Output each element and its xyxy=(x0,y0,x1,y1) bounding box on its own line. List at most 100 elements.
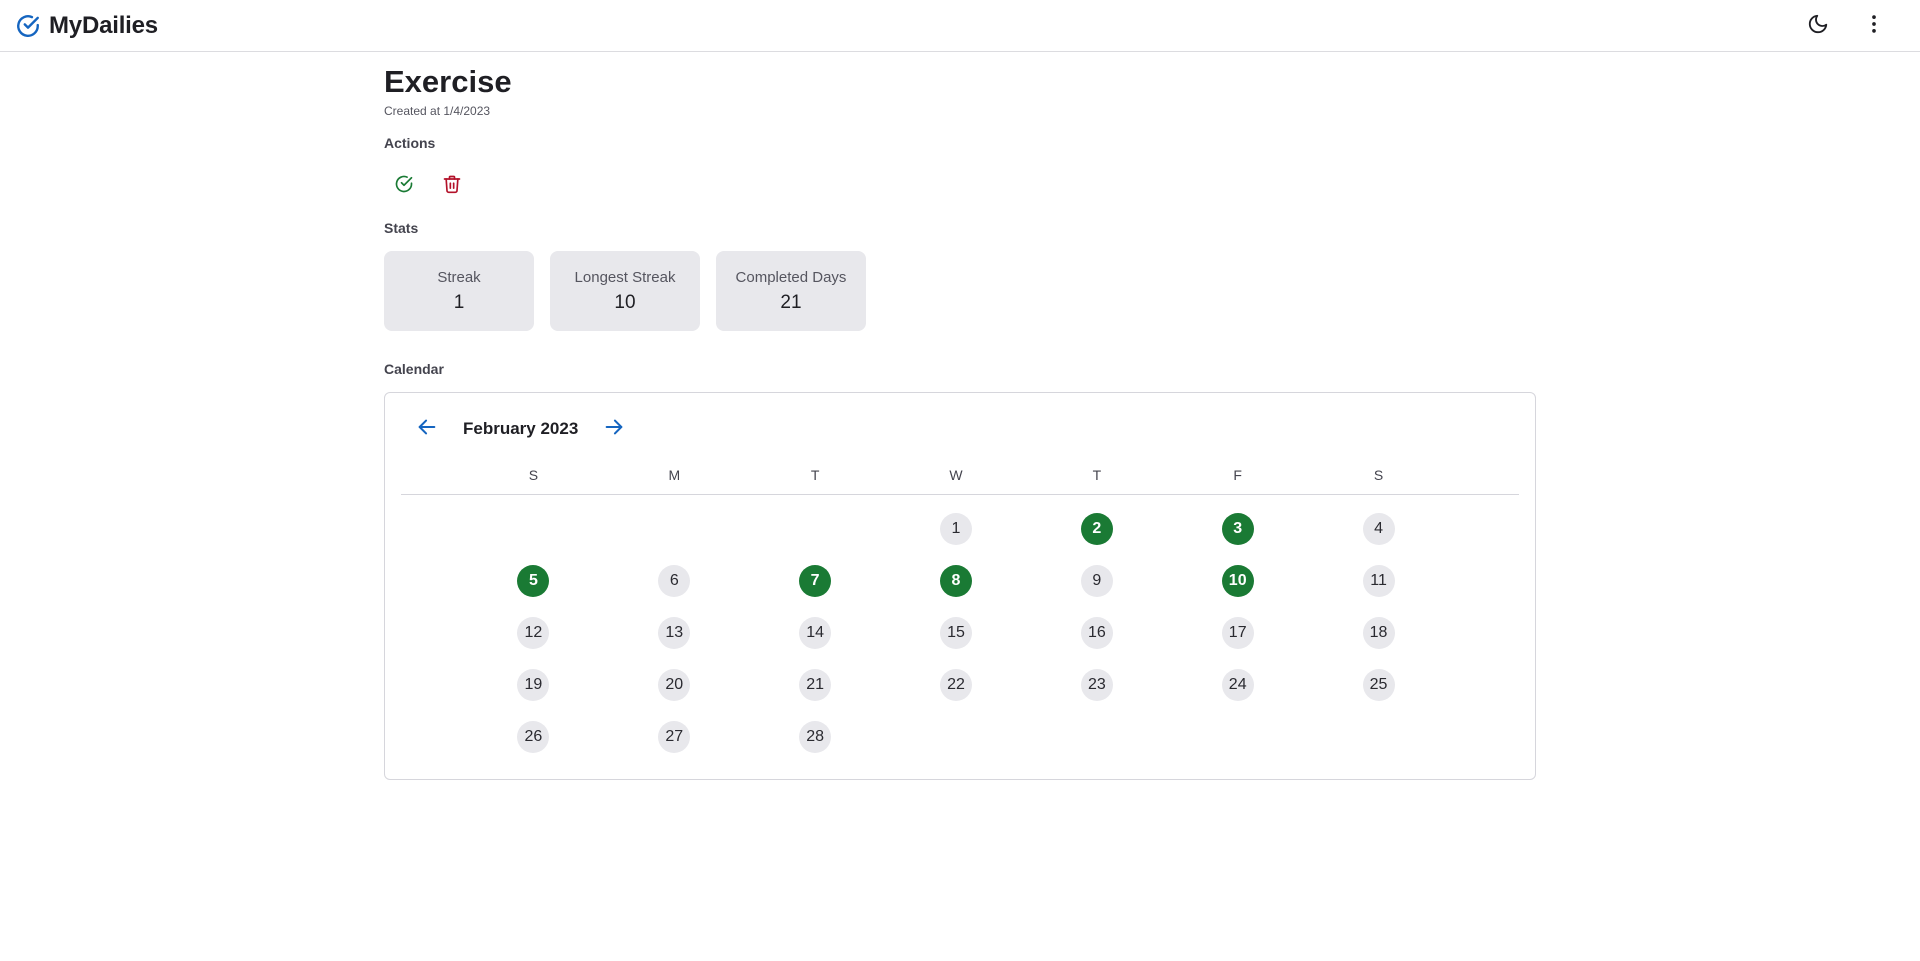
day-cell: 19 xyxy=(463,669,604,721)
day-cell: 12 xyxy=(463,617,604,669)
completed-day[interactable]: 7 xyxy=(799,565,832,597)
calendar-day[interactable]: 17 xyxy=(1221,617,1254,649)
day-cell: 17 xyxy=(1167,617,1308,669)
weekday-label: S xyxy=(528,467,539,483)
calendar-header: February 2023 xyxy=(407,409,634,449)
stat-label: Streak xyxy=(437,268,481,286)
day-cell: 21 xyxy=(745,669,886,721)
day-cell: 26 xyxy=(463,721,604,773)
day-cell: 8 xyxy=(886,565,1027,617)
completed-day[interactable]: 8 xyxy=(939,565,972,597)
calendar-day[interactable]: 26 xyxy=(517,721,550,753)
calendar-day[interactable]: 20 xyxy=(658,669,691,701)
calendar-day[interactable]: 21 xyxy=(799,669,832,701)
completed-day[interactable]: 2 xyxy=(1080,513,1113,545)
stats-heading: Stats xyxy=(384,220,419,236)
day-cell: 27 xyxy=(604,721,745,773)
weekday-label: S xyxy=(1373,467,1384,483)
day-cell: 2 xyxy=(1026,513,1167,565)
calendar-day[interactable]: 28 xyxy=(799,721,832,753)
day-grid: 1 2 3 4 5 6 7 8 9 10 11 12 13 14 15 16 17 18 19 20 21 22 23 24 2… xyxy=(463,513,1449,773)
weekday-label: M xyxy=(668,467,681,483)
calendar-divider xyxy=(401,494,1519,495)
calendar-day[interactable]: 13 xyxy=(658,617,691,649)
calendar-day[interactable]: 9 xyxy=(1080,565,1113,597)
calendar-day[interactable]: 4 xyxy=(1362,513,1395,545)
weekday-row: S M T W T F S xyxy=(463,465,1449,485)
previous-month-button[interactable] xyxy=(407,409,447,449)
actions-heading: Actions xyxy=(384,135,436,151)
check-circle-icon xyxy=(15,13,41,39)
calendar-day[interactable]: 22 xyxy=(939,669,972,701)
month-label: February 2023 xyxy=(463,419,579,438)
calendar-day[interactable]: 24 xyxy=(1221,669,1254,701)
next-month-button[interactable] xyxy=(594,409,634,449)
calendar-day[interactable]: 19 xyxy=(517,669,550,701)
calendar-day[interactable]: 15 xyxy=(939,617,972,649)
actions-row xyxy=(384,166,472,206)
calendar-day[interactable]: 25 xyxy=(1362,669,1395,701)
arrow-left-icon xyxy=(416,416,438,443)
empty-day-cell xyxy=(745,513,886,565)
day-cell: 24 xyxy=(1167,669,1308,721)
empty-day-cell xyxy=(604,513,745,565)
moon-icon xyxy=(1807,13,1829,40)
stat-card-completed-days: Completed Days 21 xyxy=(716,251,866,331)
trash-icon xyxy=(442,174,462,199)
completed-day[interactable]: 10 xyxy=(1221,565,1254,597)
stat-label: Longest Streak xyxy=(574,268,676,286)
weekday-label: T xyxy=(1092,467,1102,483)
calendar-day[interactable]: 11 xyxy=(1362,565,1395,597)
day-cell: 1 xyxy=(886,513,1027,565)
more-vertical-icon xyxy=(1863,13,1885,40)
completed-day[interactable]: 3 xyxy=(1221,513,1254,545)
delete-button[interactable] xyxy=(432,166,472,206)
weekday-label: F xyxy=(1233,467,1242,483)
day-cell: 23 xyxy=(1026,669,1167,721)
calendar-day[interactable]: 23 xyxy=(1080,669,1113,701)
app-name: MyDailies xyxy=(49,11,158,39)
day-cell: 13 xyxy=(604,617,745,669)
weekday-label: T xyxy=(810,467,820,483)
day-cell: 10 xyxy=(1167,565,1308,617)
calendar: February 2023 S M T W T F S 1 2 3 4 5 6 7 8 9 10 1… xyxy=(384,392,1536,780)
day-cell: 15 xyxy=(886,617,1027,669)
day-cell: 28 xyxy=(745,721,886,773)
day-cell: 6 xyxy=(604,565,745,617)
theme-toggle-button[interactable] xyxy=(1798,6,1838,46)
stat-card-streak: Streak 1 xyxy=(384,251,534,331)
arrow-right-icon xyxy=(603,416,625,443)
stat-value: 21 xyxy=(780,291,802,313)
check-circle-icon xyxy=(394,174,414,199)
stat-value: 10 xyxy=(614,291,636,313)
calendar-day[interactable]: 18 xyxy=(1362,617,1395,649)
day-cell: 9 xyxy=(1026,565,1167,617)
day-cell: 20 xyxy=(604,669,745,721)
day-cell: 25 xyxy=(1308,669,1449,721)
empty-day-cell xyxy=(463,513,604,565)
calendar-day[interactable]: 1 xyxy=(939,513,972,545)
stat-value: 1 xyxy=(453,291,465,313)
day-cell: 5 xyxy=(463,565,604,617)
calendar-day[interactable]: 6 xyxy=(658,565,691,597)
app-bar: MyDailies xyxy=(0,0,1920,52)
stats-row: Streak 1 Longest Streak 10 Completed Day… xyxy=(384,251,866,331)
brand[interactable]: MyDailies xyxy=(15,12,158,40)
created-date: Created at 1/4/2023 xyxy=(384,104,491,118)
page-title: Exercise xyxy=(384,64,512,99)
more-menu-button[interactable] xyxy=(1854,6,1894,46)
day-cell: 18 xyxy=(1308,617,1449,669)
calendar-day[interactable]: 27 xyxy=(658,721,691,753)
calendar-day[interactable]: 12 xyxy=(517,617,550,649)
stat-label: Completed Days xyxy=(735,268,847,286)
calendar-day[interactable]: 14 xyxy=(799,617,832,649)
mark-complete-button[interactable] xyxy=(384,166,424,206)
completed-day[interactable]: 5 xyxy=(517,565,550,597)
day-cell: 16 xyxy=(1026,617,1167,669)
day-cell: 4 xyxy=(1308,513,1449,565)
day-cell: 14 xyxy=(745,617,886,669)
day-cell: 3 xyxy=(1167,513,1308,565)
day-cell: 7 xyxy=(745,565,886,617)
calendar-day[interactable]: 16 xyxy=(1080,617,1113,649)
stat-card-longest-streak: Longest Streak 10 xyxy=(550,251,700,331)
